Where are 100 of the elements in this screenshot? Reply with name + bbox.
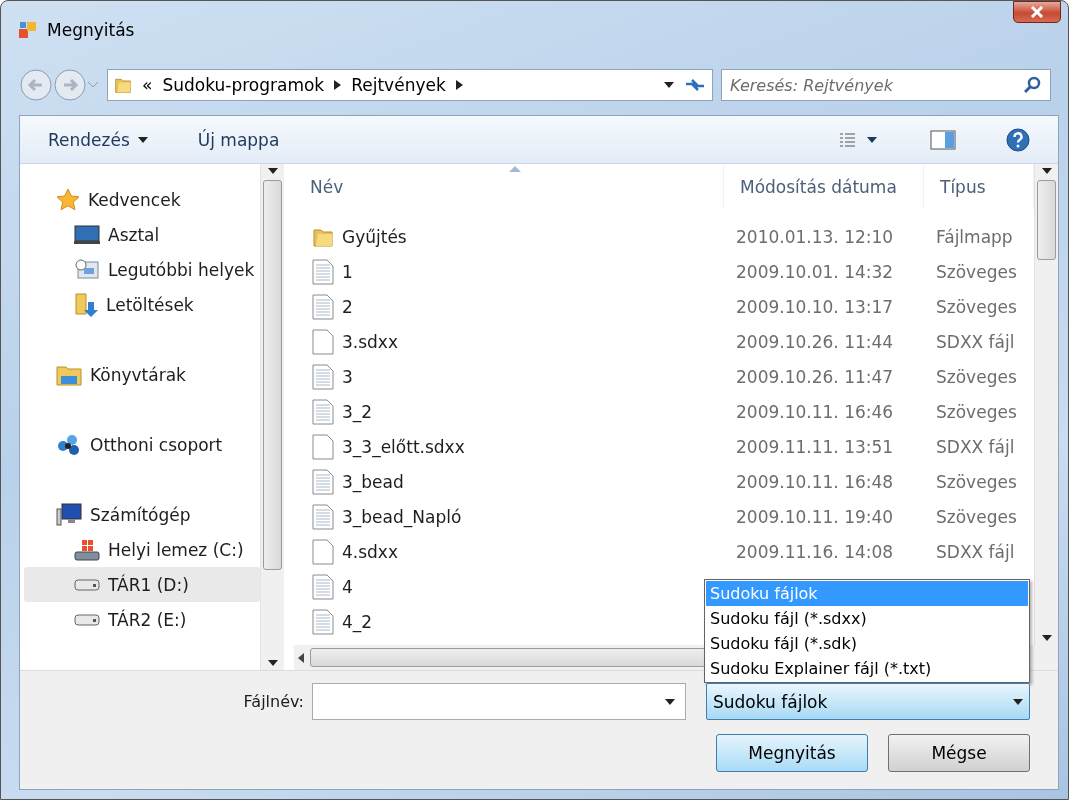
nav-item[interactable]: Letöltések xyxy=(24,287,260,322)
breadcrumb[interactable]: Rejtvények xyxy=(351,75,446,95)
type-cell-text: Szöveges xyxy=(935,506,1018,527)
file-name[interactable]: 4.sdxx xyxy=(342,541,398,562)
file-name[interactable]: 2 xyxy=(342,296,353,317)
nav-item[interactable]: Legutóbbi helyek xyxy=(24,252,260,287)
caret-icon xyxy=(137,136,148,143)
preview-pane-icon[interactable] xyxy=(930,129,956,150)
scroll-thumb[interactable] xyxy=(1037,180,1056,260)
address-bar[interactable]: « Sudoku-programok Rejtvények xyxy=(107,69,713,101)
cancel-button[interactable]: Mégse xyxy=(888,734,1030,772)
text-file-icon xyxy=(312,468,334,495)
file-type-dropdown[interactable]: Sudoku fájlok xyxy=(706,683,1030,720)
type-cell-text: SDXX fájl xyxy=(935,541,1016,562)
type-cell-text: Szöveges xyxy=(935,401,1018,422)
file-name[interactable]: 3 xyxy=(342,366,353,387)
caret-icon xyxy=(267,168,278,174)
caret-icon xyxy=(267,660,278,666)
nav-label: TÁR1 (D:) xyxy=(108,574,189,595)
date-cell-text: 2009.11.11. 13:51 xyxy=(735,436,895,457)
text-file-icon xyxy=(312,363,334,390)
file-name[interactable]: 4 xyxy=(342,576,353,597)
date-cell-text: 2009.11.16. 14:08 xyxy=(735,541,895,562)
file-name[interactable]: 3_bead_Napló xyxy=(342,506,462,527)
scroll-left-icon xyxy=(298,652,304,663)
new-folder-button[interactable]: Új mappa xyxy=(197,129,280,150)
type-cell-text: Szöveges xyxy=(935,296,1018,317)
history-caret-icon[interactable] xyxy=(87,81,99,89)
date-cell-text: 2009.10.11. 16:48 xyxy=(735,471,895,492)
download-folder-icon xyxy=(74,291,98,318)
recent-places-icon xyxy=(74,257,100,282)
date-cell-text: 2009.10.26. 11:47 xyxy=(735,366,895,387)
date-cell-text: 2009.10.10. 13:17 xyxy=(735,296,895,317)
date-cell-text: 2009.10.11. 16:46 xyxy=(735,401,895,422)
breadcrumb[interactable]: Sudoku-programok xyxy=(162,75,325,95)
close-button[interactable] xyxy=(1013,1,1061,23)
drive-icon xyxy=(74,612,100,627)
file-name[interactable]: 3_2 xyxy=(342,401,373,422)
date-cell-text: 2009.10.11. 19:40 xyxy=(735,506,895,527)
filename-label: Fájlnév: xyxy=(243,692,304,711)
scroll-thumb[interactable] xyxy=(263,180,282,570)
close-icon xyxy=(1030,6,1044,18)
text-file-icon xyxy=(312,608,334,635)
nav-label: Legutóbbi helyek xyxy=(108,259,255,280)
overflow-chevron[interactable]: « xyxy=(142,75,153,95)
forward-button[interactable] xyxy=(53,68,87,102)
caret-icon xyxy=(664,82,674,88)
nav-label: Asztal xyxy=(108,224,160,245)
type-cell-text: Szöveges xyxy=(935,366,1018,387)
date-cell-text: 2009.10.26. 11:44 xyxy=(735,331,895,352)
open-button[interactable]: Megnyitás xyxy=(716,734,868,772)
nav-item[interactable]: Könyvtárak xyxy=(24,357,260,392)
search-icon xyxy=(1024,76,1042,94)
view-options-icon[interactable] xyxy=(840,132,880,147)
help-icon[interactable] xyxy=(1006,127,1030,152)
type-cell-text: Szöveges xyxy=(935,471,1018,492)
drive-icon xyxy=(74,577,100,592)
nav-item[interactable]: Kedvencek xyxy=(24,182,260,217)
caret-icon xyxy=(1013,698,1023,705)
file-name[interactable]: 3_3_előtt.sdxx xyxy=(342,436,465,457)
library-icon xyxy=(56,363,82,386)
caret-icon xyxy=(1041,635,1052,641)
column-header[interactable]: Módosítás dátuma xyxy=(724,164,924,209)
file-name[interactable]: 3.sdxx xyxy=(342,331,398,352)
organize-button[interactable]: Rendezés xyxy=(48,129,148,150)
type-cell-text: Fájlmapp xyxy=(935,226,1014,247)
caret-icon xyxy=(665,698,675,705)
nav-scrollbar[interactable] xyxy=(260,164,284,670)
back-button[interactable] xyxy=(19,68,53,102)
caret-icon xyxy=(1041,168,1052,174)
filename-field[interactable] xyxy=(312,683,686,720)
file-name[interactable]: 1 xyxy=(342,261,353,282)
chevron-icon xyxy=(455,80,463,90)
file-icon xyxy=(312,433,334,460)
nav-item[interactable]: TÁR2 (E:) xyxy=(24,602,260,637)
text-file-icon xyxy=(312,398,334,425)
nav-label: Otthoni csoport xyxy=(90,434,223,455)
date-cell-text: 2009.10.01. 14:32 xyxy=(735,261,895,282)
file-name[interactable]: Gyűjtés xyxy=(342,226,407,247)
text-file-icon xyxy=(312,503,334,530)
file-name[interactable]: 4_2 xyxy=(342,611,373,632)
system-drive-icon xyxy=(74,537,100,562)
nav-item[interactable]: Asztal xyxy=(24,217,260,252)
text-file-icon xyxy=(312,293,334,320)
nav-item[interactable]: Otthoni csoport xyxy=(24,427,260,462)
column-header[interactable]: Név xyxy=(294,164,724,209)
nav-item[interactable]: TÁR1 (D:) xyxy=(24,567,260,602)
computer-icon xyxy=(56,502,82,527)
file-name[interactable]: 3_bead xyxy=(342,471,404,492)
type-cell-text: SDXX fájl xyxy=(935,436,1016,457)
nav-item[interactable]: Helyi lemez (C:) xyxy=(24,532,260,567)
type-cell-text: Szöveges xyxy=(935,261,1018,282)
nav-label: Könyvtárak xyxy=(90,364,186,385)
type-cell-text: SDXX fájl xyxy=(935,331,1016,352)
file-icon xyxy=(312,538,334,565)
text-file-icon xyxy=(312,573,334,600)
nav-label: Számítógép xyxy=(90,504,191,525)
search-field[interactable]: Keresés: Rejtvények xyxy=(721,69,1051,101)
nav-item[interactable]: Számítógép xyxy=(24,497,260,532)
file-scrollbar[interactable] xyxy=(1034,164,1058,645)
